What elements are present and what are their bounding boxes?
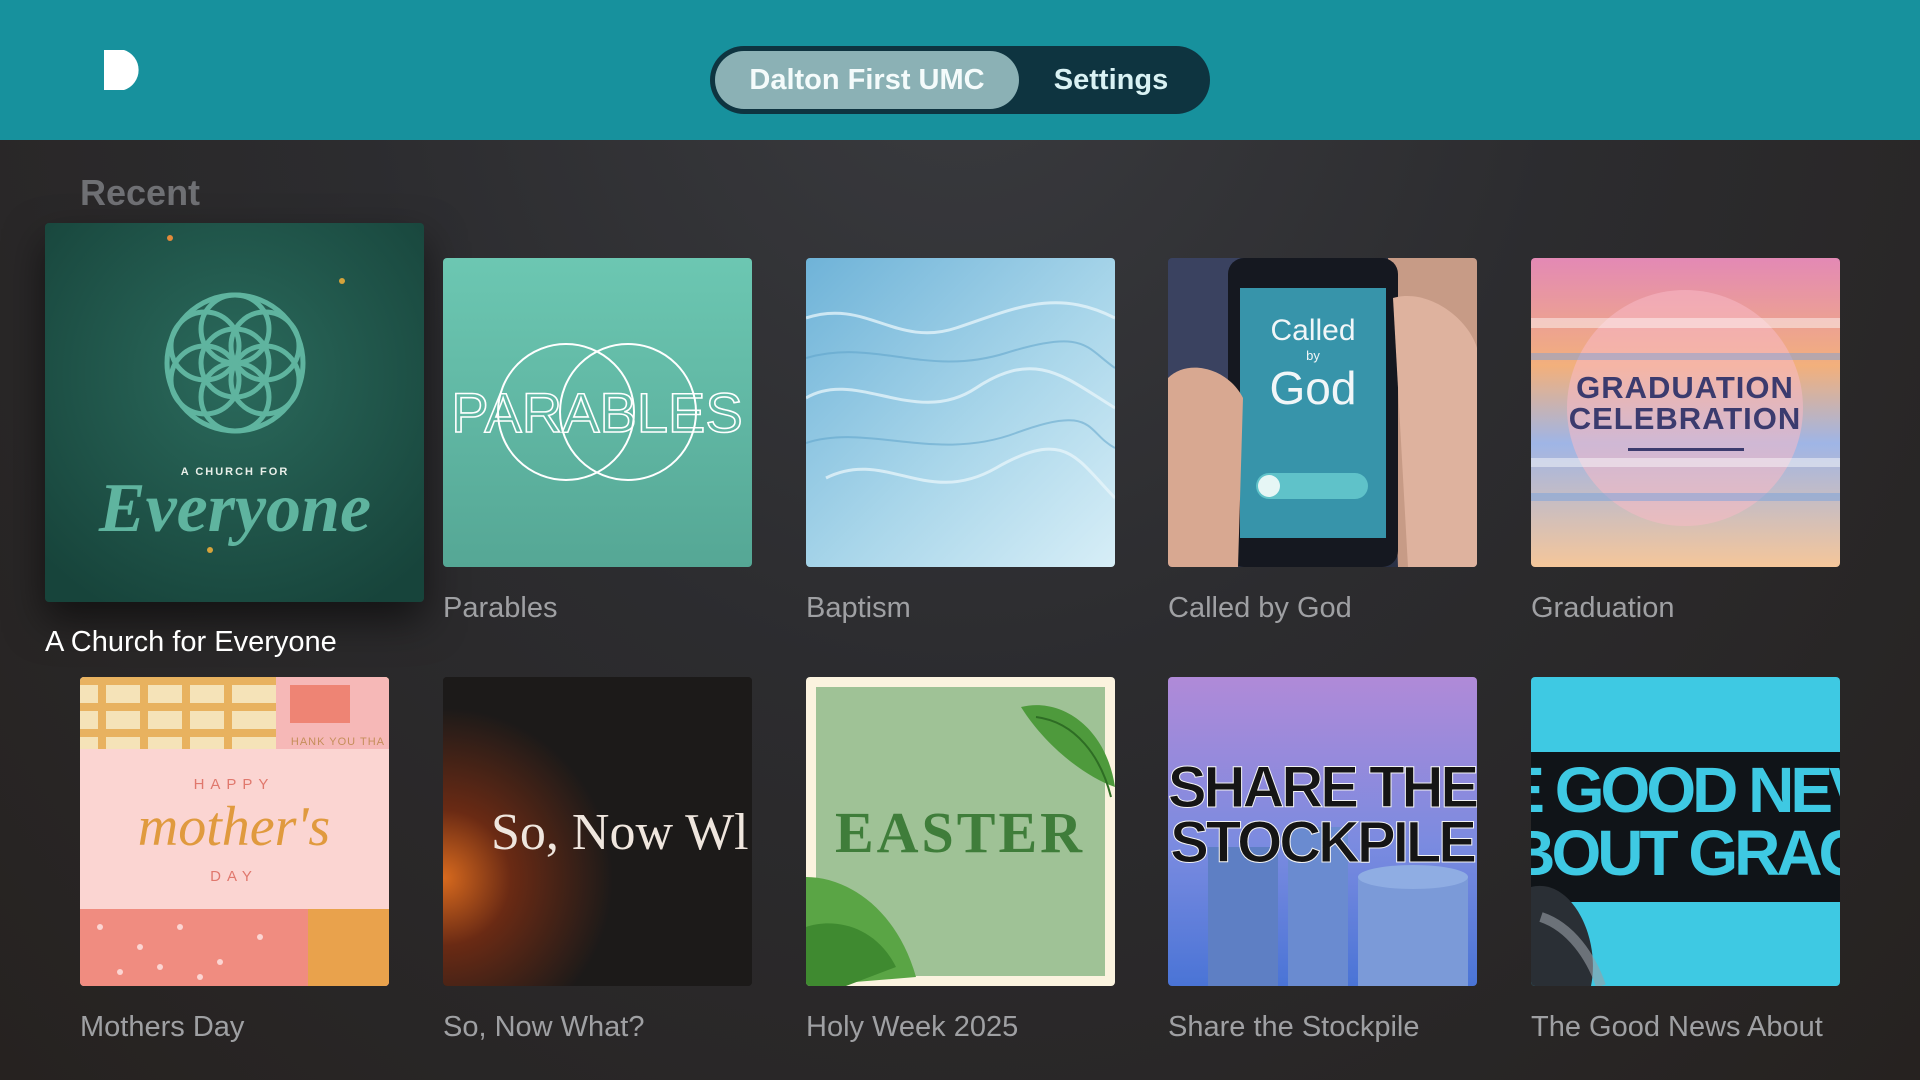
art-text-parables: PARABLES (451, 381, 743, 444)
tab-switcher: Dalton First UMC Settings (710, 46, 1210, 114)
tile-label: Mothers Day (80, 1011, 245, 1043)
art-text-celebration: CELEBRATION (1569, 401, 1802, 436)
tab-dalton-first-umc[interactable]: Dalton First UMC (715, 51, 1019, 109)
artwork-holy-week-2025: EASTER (806, 677, 1115, 986)
app-logo-icon (104, 50, 139, 90)
art-text-day: DAY (210, 868, 258, 885)
top-bar: Dalton First UMC Settings (0, 0, 1920, 140)
tile-label: Holy Week 2025 (806, 1011, 1019, 1043)
tile-label: Graduation (1531, 592, 1675, 624)
artwork-mothers-day: HANK YOU THA HAPPY mother's DAY (80, 677, 389, 986)
artwork-graduation: GRADUATION CELEBRATION (1531, 258, 1840, 567)
art-text-by: by (1306, 348, 1320, 363)
artwork-a-church-for-everyone: A CHURCH FOR Everyone (45, 223, 424, 602)
art-text-mothers: mother's (138, 796, 330, 858)
section-title-recent: Recent (80, 172, 201, 213)
tile-label: So, Now What? (443, 1011, 645, 1043)
tab-settings[interactable]: Settings (1019, 51, 1203, 109)
art-text-so-now-what: So, Now Wl (491, 804, 749, 861)
tile-label: Share the Stockpile (1168, 1011, 1420, 1043)
artwork-the-good-news-about: E GOOD NEV BOUT GRAC (1531, 677, 1840, 986)
artwork-so-now-what: So, Now Wl (443, 677, 752, 986)
art-text-easter: EASTER (835, 800, 1085, 865)
artwork-baptism (806, 258, 1115, 567)
art-text-called: Called (1270, 314, 1355, 347)
artwork-called-by-god: Called by God (1168, 258, 1477, 567)
tile-label: Baptism (806, 592, 911, 624)
tile-label: Called by God (1168, 592, 1352, 624)
art-text-thank-you: HANK YOU THA (291, 736, 385, 748)
artwork-share-the-stockpile: SHARE THE STOCKPILE (1168, 677, 1477, 986)
art-text-happy: HAPPY (194, 776, 275, 793)
art-text-god: God (1270, 362, 1357, 414)
tile-label: Parables (443, 592, 558, 624)
art-text-stockpile: STOCKPILE (1170, 810, 1475, 875)
tile-label: The Good News About (1531, 1011, 1823, 1043)
artwork-parables: PARABLES (443, 258, 752, 567)
art-text-everyone: Everyone (98, 470, 371, 547)
art-text-about-grace: BOUT GRAC (1531, 817, 1840, 889)
art-text-good-news: E GOOD NEV (1531, 754, 1840, 826)
tile-label: A Church for Everyone (45, 626, 337, 658)
art-text-graduation: GRADUATION (1576, 370, 1794, 405)
